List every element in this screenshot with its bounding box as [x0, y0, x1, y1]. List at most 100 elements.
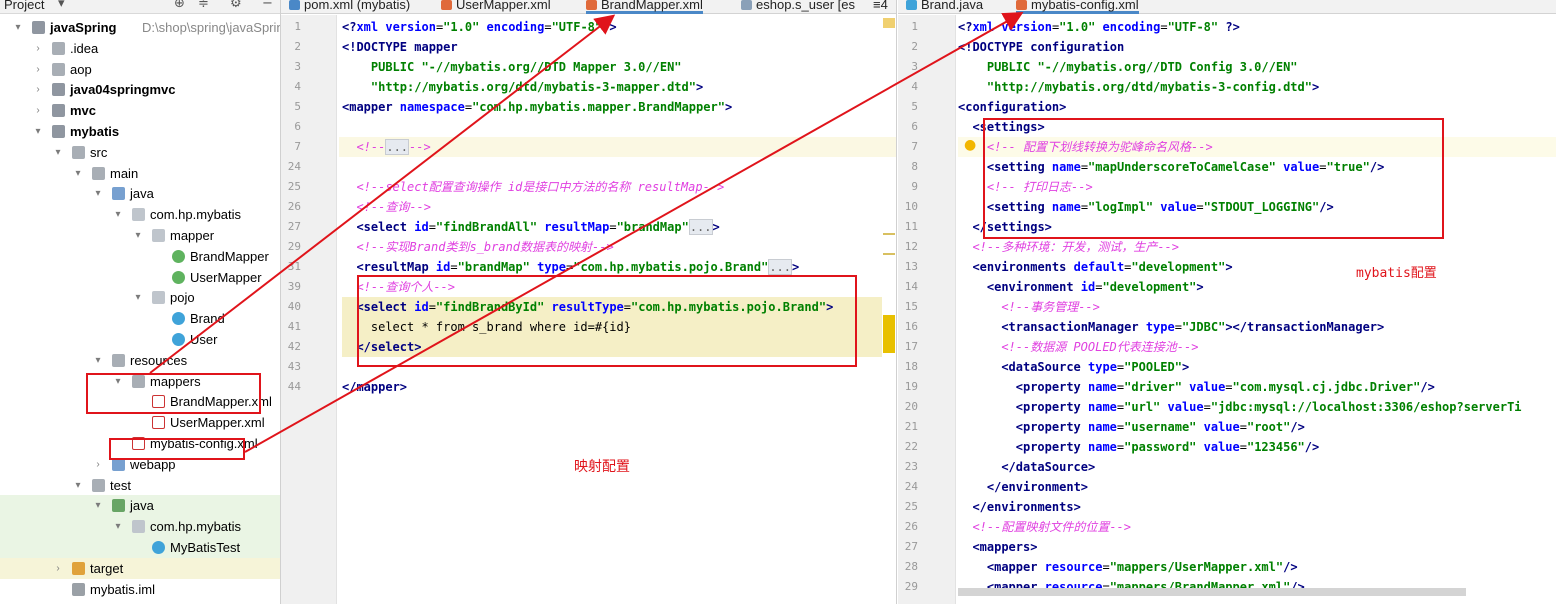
code-line[interactable]: <!--数据源 POOLED代表连接池--> [1001, 337, 1198, 357]
tree-item-java[interactable]: ▾ java [0, 183, 280, 204]
gear-icon[interactable]: ⚙ [230, 0, 242, 11]
tree-item-java[interactable]: ▾ java [0, 495, 280, 517]
tree-item-pojo[interactable]: ▾ pojo [0, 287, 280, 308]
tree-item-target[interactable]: › target [0, 557, 280, 579]
code-line[interactable]: <!--实现Brand类到s_brand数据表的映射--> [356, 237, 613, 257]
code-line[interactable]: </mapper> [342, 377, 407, 397]
tree-item-com-hp-mybatis[interactable]: ▾ com.hp.mybatis [0, 204, 280, 225]
code-line[interactable]: </dataSource> [1001, 457, 1095, 477]
chevron-down-icon[interactable]: ▾ [58, 0, 65, 11]
code-line[interactable]: <property name="password" value="123456"… [1016, 437, 1319, 457]
tab-brand-java[interactable]: Brand.java [906, 0, 983, 12]
code-line[interactable]: <!--配置映射文件的位置--> [972, 517, 1131, 537]
tree-item-label: BrandMapper [190, 248, 269, 264]
code-token: "com.hp.mybatis.pojo.Brand" [573, 260, 769, 274]
tab-eshop-s-user-es[interactable]: eshop.s_user [es [741, 0, 855, 12]
code-line[interactable]: <resultMap id="brandMap" type="com.hp.my… [356, 257, 799, 277]
tree-item-brand[interactable]: Brand [0, 308, 280, 329]
code-line[interactable]: <transactionManager type="JDBC"></transa… [1001, 317, 1384, 337]
tree-item-usermapper-xml[interactable]: UserMapper.xml [0, 412, 280, 433]
tree-item-test[interactable]: ▾ test [0, 475, 280, 496]
lightbulb-icon[interactable]: ● [964, 137, 976, 153]
collapse-icon[interactable]: ≑ [198, 0, 209, 11]
tree-item-main[interactable]: ▾ main [0, 163, 280, 184]
code-line[interactable]: <?xml version="1.0" encoding="UTF-8"?> [342, 17, 617, 37]
tree-item-label: java [130, 186, 154, 202]
globe-icon[interactable]: ⊕ [174, 0, 185, 11]
code-line[interactable]: <mappers> [972, 537, 1037, 557]
chevron-down-icon[interactable]: ▾ [112, 204, 124, 225]
code-line[interactable]: <!--多种环境：开发，测试，生产--> [972, 237, 1179, 257]
chevron-down-icon[interactable]: ▾ [112, 516, 124, 537]
code-line[interactable]: <!--...--> [356, 137, 431, 157]
chevron-down-icon[interactable]: ▾ [132, 225, 144, 246]
chevron-down-icon[interactable]: ▾ [12, 17, 24, 38]
code-line[interactable]: <property name="driver" value="com.mysql… [1016, 377, 1435, 397]
code-line[interactable]: <property name="url" value="jdbc:mysql:/… [1016, 397, 1522, 417]
code-line[interactable]: <environment id="development"> [987, 277, 1204, 297]
chevron-right-icon[interactable]: › [92, 454, 104, 475]
code-line[interactable]: <environments default="development"> [972, 257, 1232, 277]
tree-item-mvc[interactable]: › mvc [0, 100, 280, 121]
code-line[interactable]: <dataSource type="POOLED"> [1001, 357, 1189, 377]
chevron-right-icon[interactable]: › [32, 79, 44, 100]
tab-mybatis-config-xml[interactable]: mybatis-config.xml [1016, 0, 1139, 14]
code-line[interactable]: PUBLIC "-//mybatis.org//DTD Mapper 3.0//… [371, 57, 682, 77]
chevron-down-icon[interactable]: ▾ [52, 142, 64, 163]
chevron-down-icon[interactable]: ▾ [72, 163, 84, 184]
tree-item-com-hp-mybatis[interactable]: ▾ com.hp.mybatis [0, 516, 280, 538]
code-line[interactable]: <?xml version="1.0" encoding="UTF-8" ?> [958, 17, 1240, 37]
tree-item-aop[interactable]: › aop [0, 59, 280, 80]
code-line[interactable]: <!DOCTYPE configuration [958, 37, 1124, 57]
horizontal-scrollbar[interactable] [958, 588, 1466, 596]
tree-item-mybatis-iml[interactable]: mybatis.iml [0, 579, 280, 600]
code-line[interactable]: PUBLIC "-//mybatis.org//DTD Config 3.0//… [987, 57, 1298, 77]
tree-item-javaspring[interactable]: ▾ javaSpring D:\shop\spring\javaSpring [0, 17, 280, 38]
code-line[interactable]: "http://mybatis.org/dtd/mybatis-3-mapper… [371, 77, 703, 97]
code-line[interactable]: </environments> [972, 497, 1080, 517]
minimize-icon[interactable]: − [262, 0, 273, 11]
code-token: "development" [1102, 280, 1197, 294]
project-panel-title[interactable]: Project [4, 0, 44, 12]
code-token: > [712, 220, 720, 234]
code-line[interactable]: <!--查询--> [356, 197, 431, 217]
chevron-down-icon[interactable]: ▾ [72, 475, 84, 496]
tree-item--idea[interactable]: › .idea [0, 38, 280, 59]
code-line[interactable]: <!DOCTYPE mapper [342, 37, 458, 57]
chevron-right-icon[interactable]: › [32, 100, 44, 121]
chevron-down-icon[interactable]: ▾ [132, 287, 144, 308]
code-line[interactable]: <!--事务管理--> [1001, 297, 1100, 317]
tree-item-resources[interactable]: ▾ resources [0, 350, 280, 371]
tab-usermapper-xml[interactable]: UserMapper.xml [441, 0, 551, 12]
chevron-right-icon[interactable]: › [52, 558, 64, 579]
chevron-down-icon[interactable]: ▾ [92, 495, 104, 516]
code-line[interactable]: <!--select配置查询操作 id是接口中方法的名称 resultMap--… [356, 177, 724, 197]
code-line[interactable]: <mapper namespace="com.hp.mybatis.mapper… [342, 97, 732, 117]
class-icon [172, 333, 185, 346]
tree-item-user[interactable]: User [0, 329, 280, 350]
code-line[interactable]: </environment> [987, 477, 1088, 497]
tree-item-mapper[interactable]: ▾ mapper [0, 225, 280, 246]
tab-brandmapper-xml[interactable]: BrandMapper.xml [586, 0, 703, 14]
code-token: </dataSource> [1001, 460, 1096, 474]
tree-item-mybatistest[interactable]: MyBatisTest [0, 537, 280, 558]
tree-item-mybatis[interactable]: ▾ mybatis [0, 121, 280, 142]
tree-item-src[interactable]: ▾ src [0, 142, 280, 163]
code-line[interactable]: <property name="username" value="root"/> [1016, 417, 1305, 437]
warning-marker[interactable] [883, 18, 895, 28]
chevron-right-icon[interactable]: › [32, 59, 44, 80]
code-line[interactable]: <configuration> [958, 97, 1066, 117]
code-line[interactable]: <mapper resource="mappers/UserMapper.xml… [987, 557, 1298, 577]
code-token: id [414, 220, 429, 234]
code-line[interactable]: "http://mybatis.org/dtd/mybatis-3-config… [987, 77, 1319, 97]
chevron-down-icon[interactable]: ▾ [32, 121, 44, 142]
tree-item-java04springmvc[interactable]: › java04springmvc [0, 79, 280, 100]
tree-item-usermapper[interactable]: UserMapper [0, 267, 280, 288]
chevron-down-icon[interactable]: ▾ [92, 350, 104, 371]
tab--4[interactable]: ≡4 [873, 0, 888, 12]
tab-pom-xml-mybatis-[interactable]: pom.xml (mybatis) [289, 0, 410, 12]
tree-item-brandmapper[interactable]: BrandMapper [0, 246, 280, 267]
code-line[interactable]: <select id="findBrandAll" resultMap="bra… [356, 217, 720, 237]
chevron-right-icon[interactable]: › [32, 38, 44, 59]
chevron-down-icon[interactable]: ▾ [92, 183, 104, 204]
